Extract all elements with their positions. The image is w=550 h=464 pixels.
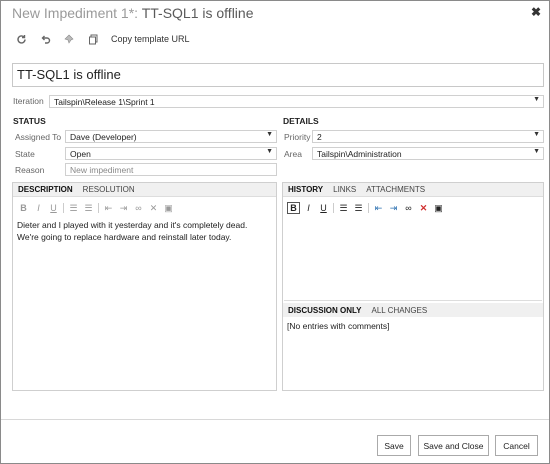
cancel-button[interactable]: Cancel <box>495 435 538 456</box>
increase-indent-icon[interactable]: ⇥ <box>117 202 130 214</box>
reason-value: New impediment <box>70 165 134 175</box>
close-icon[interactable]: ✖ <box>531 5 541 19</box>
priority-dropdown[interactable]: 2 ▼ <box>312 130 544 143</box>
dialog-title: New Impediment 1*: TT-SQL1 is offline <box>12 5 254 21</box>
toolbar-divider <box>63 203 64 213</box>
history-tab-strip: HISTORY LINKS ATTACHMENTS <box>283 183 543 197</box>
area-label: Area <box>284 149 302 159</box>
bold-icon[interactable]: B <box>17 202 30 214</box>
assigned-to-dropdown[interactable]: Dave (Developer) ▼ <box>65 130 277 143</box>
history-comment-editor[interactable] <box>284 213 542 301</box>
priority-label: Priority <box>284 132 311 142</box>
tab-all-changes[interactable]: ALL CHANGES <box>367 306 433 315</box>
tab-resolution[interactable]: RESOLUTION <box>78 185 140 194</box>
toolbar-divider <box>98 203 99 213</box>
save-and-close-button[interactable]: Save and Close <box>418 435 489 456</box>
state-dropdown[interactable]: Open ▼ <box>65 147 277 160</box>
description-line: Dieter and I played with it yesterday an… <box>17 220 248 230</box>
pin-icon[interactable] <box>61 32 77 46</box>
insert-image-icon[interactable]: ▣ <box>162 202 175 214</box>
discussion-tab-strip: DISCUSSION ONLY ALL CHANGES <box>283 303 543 317</box>
chevron-down-icon: ▼ <box>533 96 540 103</box>
area-dropdown[interactable]: Tailspin\Administration ▼ <box>312 147 544 160</box>
refresh-icon[interactable] <box>13 32 29 46</box>
dialog-title-prefix: New Impediment 1*: <box>12 5 139 21</box>
chevron-down-icon: ▼ <box>266 131 273 138</box>
dialog-title-main: TT-SQL1 is offline <box>141 5 254 21</box>
tab-attachments[interactable]: ATTACHMENTS <box>361 185 430 194</box>
no-entries-message: [No entries with comments] <box>287 321 390 331</box>
underline-icon[interactable]: U <box>47 202 60 214</box>
italic-icon[interactable]: I <box>32 202 45 214</box>
iteration-label: Iteration <box>13 96 44 106</box>
dialog-button-bar: Save Save and Close Cancel <box>1 419 549 463</box>
details-heading: DETAILS <box>283 116 319 126</box>
history-panel: HISTORY LINKS ATTACHMENTS B I U ☰ ☰ ⇤ ⇥ … <box>282 182 544 391</box>
assigned-to-value: Dave (Developer) <box>70 132 137 142</box>
tab-discussion-only[interactable]: DISCUSSION ONLY <box>283 306 367 315</box>
description-text[interactable]: Dieter and I played with it yesterday an… <box>17 219 272 243</box>
reason-label: Reason <box>15 165 45 175</box>
state-label: State <box>15 149 35 159</box>
chevron-down-icon: ▼ <box>533 131 540 138</box>
reason-field[interactable]: New impediment <box>65 163 277 176</box>
area-value: Tailspin\Administration <box>317 149 402 159</box>
description-panel: DESCRIPTION RESOLUTION B I U ☰ ☰ ⇤ ⇥ ∞ ✕… <box>12 182 277 391</box>
description-line: We're going to replace hardware and rein… <box>17 232 232 242</box>
copy-template-url-button[interactable]: Copy template URL <box>111 34 190 44</box>
remove-format-icon[interactable]: ✕ <box>147 202 160 214</box>
bulleted-list-icon[interactable]: ☰ <box>67 202 80 214</box>
chevron-down-icon: ▼ <box>266 148 273 155</box>
work-item-title-field[interactable]: TT-SQL1 is offline <box>12 63 544 87</box>
hyperlink-icon[interactable]: ∞ <box>132 202 145 214</box>
toolbar-divider <box>333 203 334 213</box>
priority-value: 2 <box>317 132 322 142</box>
tab-history[interactable]: HISTORY <box>283 185 328 194</box>
iteration-value: Tailspin\Release 1\Sprint 1 <box>54 97 155 107</box>
toolbar-divider <box>368 203 369 213</box>
description-rich-text-toolbar: B I U ☰ ☰ ⇤ ⇥ ∞ ✕ ▣ <box>17 201 177 215</box>
save-button[interactable]: Save <box>377 435 411 456</box>
assigned-to-label: Assigned To <box>15 132 62 142</box>
copy-icon[interactable] <box>85 32 101 46</box>
numbered-list-icon[interactable]: ☰ <box>82 202 95 214</box>
description-tab-strip: DESCRIPTION RESOLUTION <box>13 183 276 197</box>
dialog-toolbar: Copy template URL <box>13 31 190 47</box>
tab-description[interactable]: DESCRIPTION <box>13 185 78 194</box>
dialog-title-bar: New Impediment 1*: TT-SQL1 is offline ✖ <box>1 1 549 27</box>
status-heading: STATUS <box>13 116 46 126</box>
iteration-dropdown[interactable]: Tailspin\Release 1\Sprint 1 ▼ <box>49 95 544 108</box>
work-item-dialog: New Impediment 1*: TT-SQL1 is offline ✖ … <box>0 0 550 464</box>
undo-icon[interactable] <box>37 32 53 46</box>
state-value: Open <box>70 149 91 159</box>
chevron-down-icon: ▼ <box>533 148 540 155</box>
tab-links[interactable]: LINKS <box>328 185 361 194</box>
decrease-indent-icon[interactable]: ⇤ <box>102 202 115 214</box>
